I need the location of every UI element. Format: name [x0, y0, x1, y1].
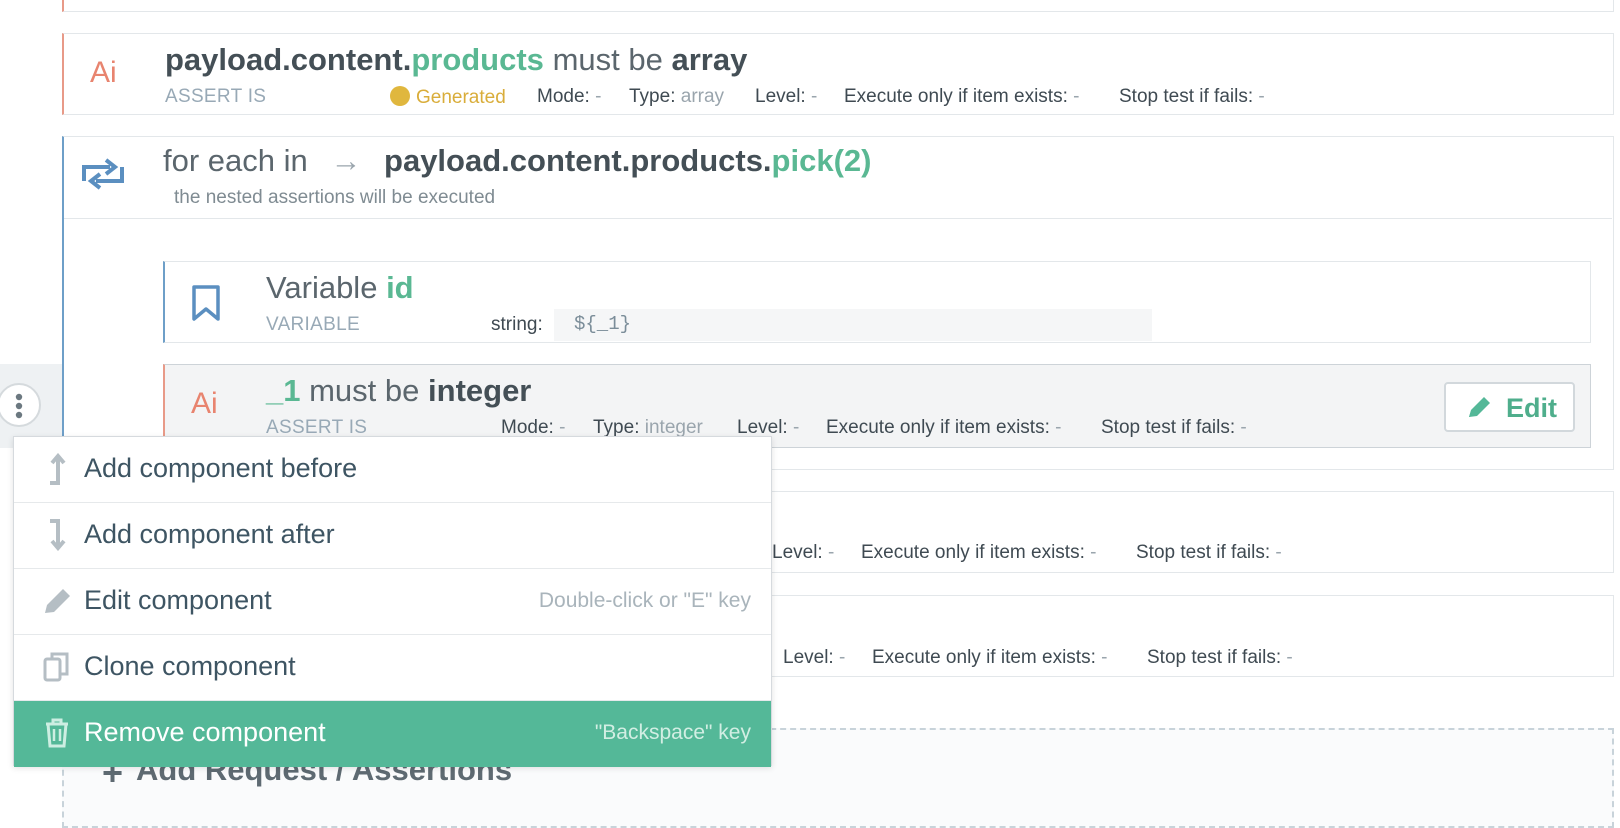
exec-meta: Execute only if item exists: - [844, 86, 1080, 107]
menu-item-add-before[interactable]: Add component before [14, 437, 771, 503]
assert-kind: ASSERT IS [165, 86, 267, 107]
bookmark-icon [191, 284, 221, 327]
context-menu: Add component before Add component after… [13, 436, 772, 767]
clone-icon [42, 651, 72, 683]
arrow-right-icon: → [330, 143, 362, 178]
level-meta: Level: - [783, 647, 846, 668]
menu-item-add-after[interactable]: Add component after [14, 503, 771, 569]
stop-meta: Stop test if fails: - [1119, 86, 1265, 107]
assert-products-card[interactable]: Ai payload.content.products must be arra… [62, 33, 1614, 115]
variable-card[interactable]: Variable id VARIABLE string: ${_1} [163, 261, 1591, 343]
partial-assert-card[interactable] [62, 0, 1614, 12]
menu-item-remove[interactable]: Remove component "Backspace" key [14, 701, 771, 767]
kebab-icon [12, 393, 26, 424]
generated-dot-icon [390, 86, 410, 106]
stop-meta: Stop test if fails: - [1136, 542, 1282, 563]
assert-title: _1 must be integer [266, 373, 532, 408]
exec-meta: Execute only if item exists: - [861, 542, 1097, 563]
pencil-icon [1465, 395, 1493, 426]
arrow-up-icon [42, 452, 72, 485]
variable-kind: VARIABLE [266, 314, 360, 335]
foreach-subtitle: the nested assertions will be executed [174, 187, 496, 208]
exec-meta: Execute only if item exists: - [872, 647, 1108, 668]
level-meta: Level: - [755, 86, 818, 107]
mode-meta: Mode: - [537, 86, 602, 107]
edit-button[interactable]: Edit [1444, 382, 1575, 432]
foreach-header[interactable]: for each in → payload.content.products.p… [64, 137, 1612, 219]
string-value: ${_1} [554, 309, 1152, 341]
loop-icon [80, 157, 126, 196]
menu-item-clone[interactable]: Clone component [14, 635, 771, 701]
menu-item-edit[interactable]: Edit component Double-click or "E" key [14, 569, 771, 635]
assert-icon: Ai [191, 387, 218, 420]
stop-meta: Stop test if fails: - [1101, 417, 1247, 438]
exec-meta: Execute only if item exists: - [826, 417, 1062, 438]
string-label: string: [491, 314, 543, 335]
level-meta: Level: - [772, 542, 835, 563]
assert-icon: Ai [90, 56, 117, 89]
edit-label: Edit [1506, 393, 1557, 423]
pencil-icon [42, 585, 72, 617]
stop-meta: Stop test if fails: - [1147, 647, 1293, 668]
trash-icon [42, 717, 72, 749]
variable-title: Variable id [266, 270, 414, 305]
foreach-title: for each in → payload.content.products.p… [163, 143, 872, 178]
assert-title: payload.content.products must be array [165, 42, 748, 77]
arrow-down-icon [42, 519, 72, 552]
generated-badge: Generated [390, 86, 506, 109]
type-meta: Type: array [629, 86, 725, 107]
